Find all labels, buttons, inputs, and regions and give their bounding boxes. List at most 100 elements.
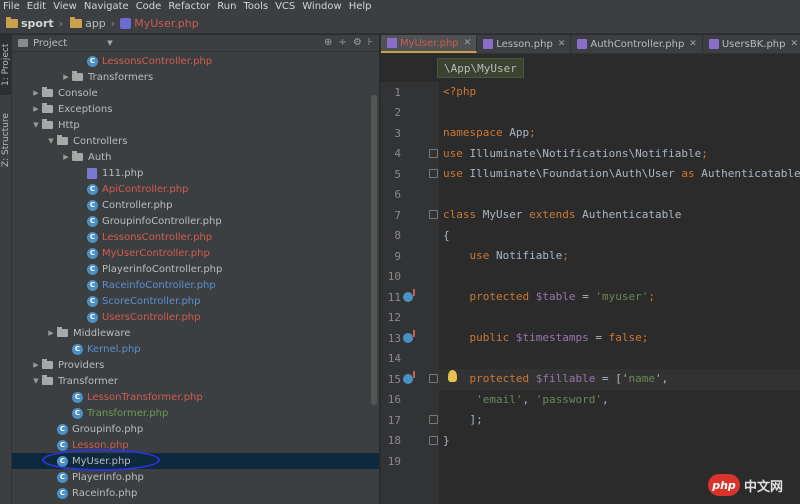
code-line[interactable]: class MyUser extends Authenticatable (439, 205, 800, 226)
code-line[interactable] (439, 349, 800, 370)
tree-folder[interactable]: ▶ Exceptions (12, 101, 379, 117)
tree-file[interactable]: C Transformer.php (12, 405, 379, 421)
menu-item-navigate[interactable]: Navigate (81, 0, 133, 13)
expand-right-icon[interactable]: ▶ (30, 105, 42, 113)
code-editor[interactable]: <?php namespace App; use Illuminate\Notifi… (439, 82, 800, 504)
code-line[interactable]: use Illuminate\Foundation\Auth\User as A… (439, 164, 800, 185)
gutter-line[interactable]: 3 (381, 123, 439, 144)
collapse-all-icon[interactable]: ÷ (338, 37, 346, 48)
hide-panel-icon[interactable]: ⊦ (368, 37, 373, 48)
expand-down-icon[interactable]: ▼ (30, 121, 42, 129)
expand-down-icon[interactable]: ▼ (45, 137, 57, 145)
tree-folder[interactable]: ▶ Auth (12, 149, 379, 165)
code-line[interactable] (439, 451, 800, 472)
tree-file[interactable]: C MyUser.php (12, 449, 379, 471)
menu-item-file[interactable]: File (0, 0, 24, 13)
close-icon[interactable]: ✕ (689, 39, 697, 49)
gutter-line[interactable]: 2 (381, 103, 439, 124)
gutter-line[interactable]: 19 (381, 451, 439, 472)
breadcrumb-file[interactable]: MyUser.php (134, 17, 199, 30)
tree-file[interactable]: C LessonTransformer.php (12, 389, 379, 405)
menu-item-refactor[interactable]: Refactor (165, 0, 214, 13)
tree-file[interactable]: C LessonsController.php (12, 229, 379, 245)
code-line[interactable] (439, 267, 800, 288)
gutter-line[interactable]: 6 (381, 185, 439, 206)
overrides-icon[interactable] (403, 330, 415, 343)
expand-right-icon[interactable]: ▶ (45, 329, 57, 337)
overrides-icon[interactable] (403, 371, 415, 384)
tree-file[interactable]: C Groupinfo.php (12, 421, 379, 437)
gutter-line[interactable]: 4 (381, 144, 439, 165)
overrides-icon[interactable] (403, 289, 415, 302)
fold-icon[interactable] (429, 374, 438, 383)
close-icon[interactable]: ✕ (790, 39, 798, 49)
gutter-line[interactable]: 5 (381, 164, 439, 185)
project-tool-tab[interactable]: 1: Project (0, 35, 12, 95)
tree-file[interactable]: C Playerinfo.php (12, 469, 379, 485)
expand-right-icon[interactable]: ▶ (60, 153, 72, 161)
code-line[interactable]: use Notifiable; (439, 246, 800, 267)
scroll-from-source-icon[interactable]: ⊕ (324, 37, 332, 48)
gutter-line[interactable]: 15 (381, 369, 439, 390)
code-line[interactable] (439, 308, 800, 329)
menu-item-view[interactable]: View (50, 0, 81, 13)
tree-file[interactable]: C PlayerinfoController.php (12, 261, 379, 277)
editor-tab[interactable]: Lesson.php ✕ (477, 35, 572, 53)
code-line[interactable]: } (439, 431, 800, 452)
tree-file[interactable]: C Controller.php (12, 197, 379, 213)
tree-file[interactable]: C Kernel.php (12, 341, 379, 357)
gutter-line[interactable]: 1 (381, 82, 439, 103)
code-line[interactable]: protected $fillable = ['name', (439, 369, 800, 390)
tree-file[interactable]: 111.php (12, 165, 379, 181)
structure-tool-tab[interactable]: Z: Structure (0, 110, 12, 170)
breadcrumb-project[interactable]: sport (21, 17, 54, 30)
code-line[interactable]: ]; (439, 410, 800, 431)
code-line[interactable]: <?php (439, 82, 800, 103)
gutter-line[interactable]: 10 (381, 267, 439, 288)
code-line[interactable] (439, 103, 800, 124)
tree-folder[interactable]: ▶ Providers (12, 357, 379, 373)
tree-file[interactable]: C MyUserController.php (12, 245, 379, 261)
menu-item-vcs[interactable]: VCS (272, 0, 299, 13)
tree-file[interactable]: C UsersController.php (12, 309, 379, 325)
gutter-line[interactable]: 18 (381, 431, 439, 452)
code-line[interactable]: use Illuminate\Notifications\Notifiable; (439, 144, 800, 165)
code-line[interactable] (439, 185, 800, 206)
tree-folder[interactable]: ▶ Console (12, 85, 379, 101)
code-line[interactable]: { (439, 226, 800, 247)
gutter-line[interactable]: 7 (381, 205, 439, 226)
tree-file[interactable]: C RaceinfoController.php (12, 277, 379, 293)
code-line[interactable]: 'email', 'password', (439, 390, 800, 411)
gutter-line[interactable]: 12 (381, 308, 439, 329)
editor-tab[interactable]: AuthController.php ✕ (571, 35, 703, 53)
gutter-line[interactable]: 17 (381, 410, 439, 431)
gutter-line[interactable]: 16 (381, 390, 439, 411)
menu-item-help[interactable]: Help (346, 0, 376, 13)
tree-file[interactable]: C LessonsController.php (12, 53, 379, 69)
fold-icon[interactable] (429, 169, 438, 178)
tree-folder[interactable]: ▼ Transformer (12, 373, 379, 389)
gutter-line[interactable]: 11 (381, 287, 439, 308)
fold-icon[interactable] (429, 210, 438, 219)
code-line[interactable]: namespace App; (439, 123, 800, 144)
code-line[interactable]: protected $table = 'myuser'; (439, 287, 800, 308)
expand-right-icon[interactable]: ▶ (30, 89, 42, 97)
gutter-line[interactable]: 9 (381, 246, 439, 267)
tree-folder[interactable]: ▼ Controllers (12, 133, 379, 149)
chevron-down-icon[interactable]: ▼ (107, 39, 112, 47)
menu-item-run[interactable]: Run (214, 0, 240, 13)
tree-scrollbar[interactable] (371, 95, 377, 405)
menu-item-code[interactable]: Code (133, 0, 166, 13)
fold-icon[interactable] (429, 435, 438, 445)
expand-right-icon[interactable]: ▶ (30, 361, 42, 369)
code-line[interactable]: public $timestamps = false; (439, 328, 800, 349)
gear-icon[interactable]: ⚙ (353, 37, 362, 48)
tree-folder[interactable]: ▶ Transformers (12, 69, 379, 85)
fold-icon[interactable] (429, 148, 438, 158)
tree-folder[interactable]: ▼ Http (12, 117, 379, 133)
tree-folder[interactable]: ▶ Middleware (12, 325, 379, 341)
gutter-line[interactable]: 8 (381, 226, 439, 247)
expand-right-icon[interactable]: ▶ (60, 73, 72, 81)
breadcrumb-app[interactable]: app (85, 17, 106, 30)
tree-file[interactable]: C GroupinfoController.php (12, 213, 379, 229)
